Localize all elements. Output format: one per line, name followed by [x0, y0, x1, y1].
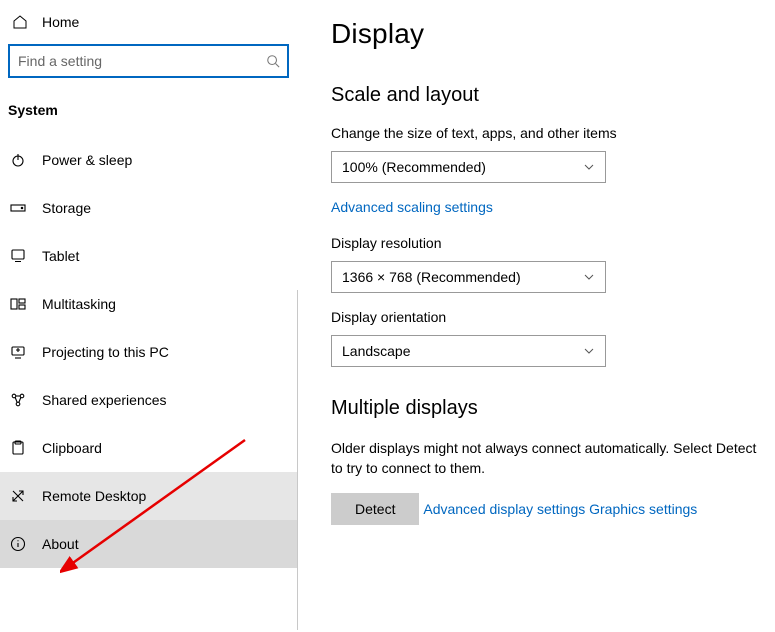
chevron-down-icon: [583, 161, 595, 173]
remote-desktop-icon: [10, 488, 26, 504]
multiple-displays-desc: Older displays might not always connect …: [331, 438, 769, 479]
clipboard-icon: [10, 440, 26, 456]
home-button[interactable]: Home: [0, 0, 297, 44]
chevron-down-icon: [583, 271, 595, 283]
sidebar-item-tablet[interactable]: Tablet: [0, 232, 297, 280]
sidebar-item-storage[interactable]: Storage: [0, 184, 297, 232]
sidebar-item-about[interactable]: About: [0, 520, 297, 568]
projecting-icon: [10, 344, 26, 360]
sidebar-item-label: Clipboard: [42, 440, 102, 456]
section-title-multiple: Multiple displays: [331, 397, 769, 420]
vertical-divider: [297, 290, 298, 630]
multitasking-icon: [10, 296, 26, 312]
sidebar-item-power-sleep[interactable]: Power & sleep: [0, 136, 297, 184]
home-icon: [12, 14, 28, 30]
sidebar-item-label: Projecting to this PC: [42, 344, 169, 360]
resolution-dropdown[interactable]: 1366 × 768 (Recommended): [331, 261, 606, 293]
chevron-down-icon: [583, 345, 595, 357]
shared-icon: [10, 392, 26, 408]
detect-button[interactable]: Detect: [331, 493, 419, 525]
sidebar-item-label: Remote Desktop: [42, 488, 146, 504]
sidebar-item-label: Storage: [42, 200, 91, 216]
home-label: Home: [42, 14, 79, 30]
sidebar-item-remote-desktop[interactable]: Remote Desktop: [0, 472, 297, 520]
search-input-wrap[interactable]: [8, 44, 289, 78]
sidebar-item-projecting[interactable]: Projecting to this PC: [0, 328, 297, 376]
text-size-value: 100% (Recommended): [342, 159, 486, 175]
resolution-label: Display resolution: [331, 235, 769, 251]
advanced-display-link[interactable]: Advanced display settings: [423, 501, 585, 517]
tablet-icon: [10, 248, 26, 264]
sidebar-item-label: Shared experiences: [42, 392, 167, 408]
category-label: System: [0, 92, 297, 136]
search-icon: [259, 54, 287, 68]
text-size-label: Change the size of text, apps, and other…: [331, 125, 769, 141]
page-title: Display: [331, 18, 769, 50]
storage-icon: [10, 200, 26, 216]
about-icon: [10, 536, 26, 552]
section-title-scale: Scale and layout: [331, 84, 769, 107]
sidebar-item-clipboard[interactable]: Clipboard: [0, 424, 297, 472]
orientation-dropdown[interactable]: Landscape: [331, 335, 606, 367]
sidebar: Home System Power & sleep: [0, 0, 297, 632]
main-panel: Display Scale and layout Change the size…: [297, 0, 775, 632]
sidebar-item-label: Power & sleep: [42, 152, 132, 168]
orientation-label: Display orientation: [331, 309, 769, 325]
power-icon: [10, 152, 26, 168]
sidebar-item-label: Multitasking: [42, 296, 116, 312]
sidebar-item-label: Tablet: [42, 248, 79, 264]
sidebar-item-multitasking[interactable]: Multitasking: [0, 280, 297, 328]
advanced-scaling-link[interactable]: Advanced scaling settings: [331, 199, 493, 215]
orientation-value: Landscape: [342, 343, 411, 359]
nav-list: Power & sleep Storage Tablet: [0, 136, 297, 632]
graphics-settings-link[interactable]: Graphics settings: [589, 501, 697, 517]
text-size-dropdown[interactable]: 100% (Recommended): [331, 151, 606, 183]
sidebar-item-label: About: [42, 536, 79, 552]
sidebar-item-shared-experiences[interactable]: Shared experiences: [0, 376, 297, 424]
search-input[interactable]: [10, 53, 259, 69]
resolution-value: 1366 × 768 (Recommended): [342, 269, 521, 285]
